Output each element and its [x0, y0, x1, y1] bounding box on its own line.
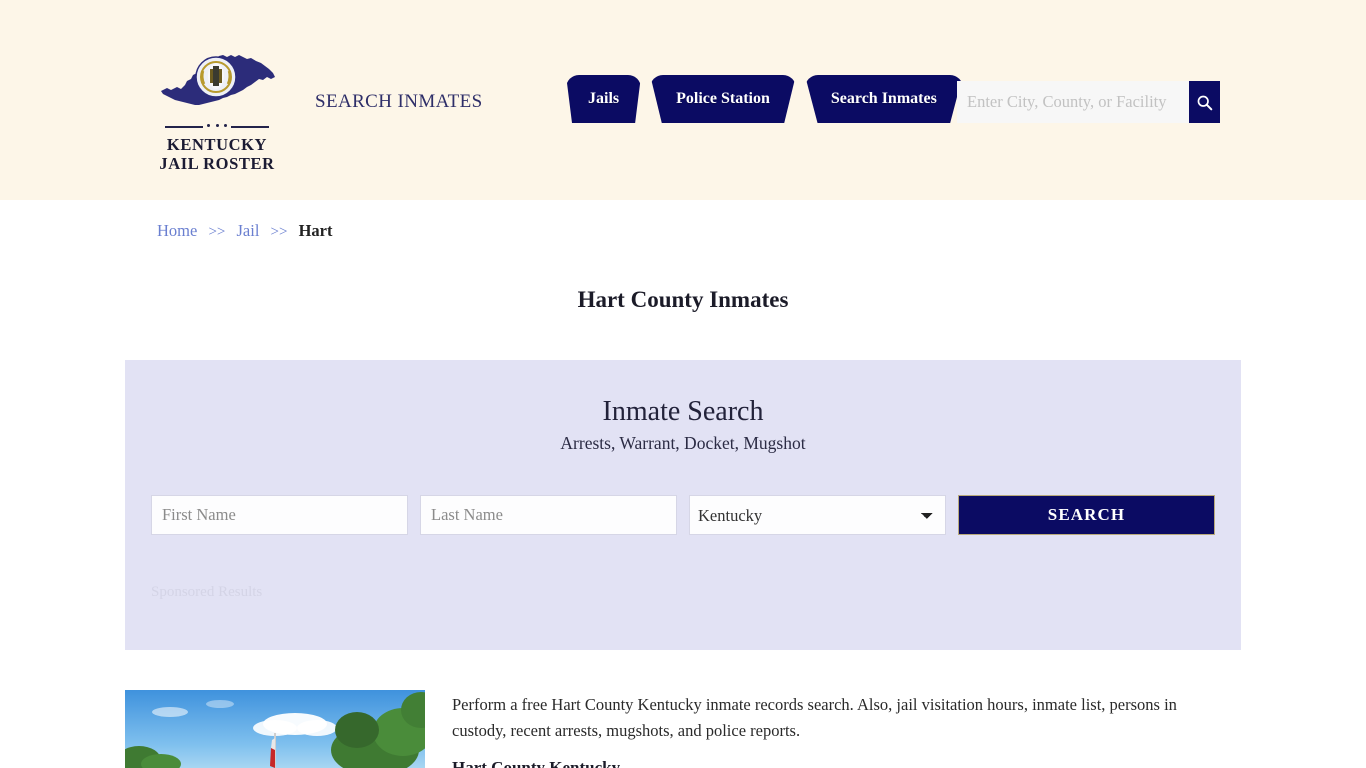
county-flagpole-photo-image: [125, 690, 425, 768]
header-search-button[interactable]: [1189, 81, 1220, 123]
site-header: KENTUCKY JAIL ROSTER SEARCH INMATES Jail…: [0, 0, 1366, 200]
breadcrumb-current: Hart: [298, 221, 333, 240]
content-paragraph: Perform a free Hart County Kentucky inma…: [452, 695, 1177, 740]
panel-subheading: Arrests, Warrant, Docket, Mugshot: [560, 433, 806, 453]
sponsored-results-label: Sponsored Results: [151, 584, 263, 600]
county-photo: [125, 690, 425, 768]
first-name-input[interactable]: [151, 495, 408, 535]
panel-heading: Inmate Search: [602, 396, 764, 427]
header-search: [957, 81, 1220, 123]
logo-text-line2: JAIL ROSTER: [159, 154, 275, 173]
inmate-search-form: Kentucky SEARCH: [151, 495, 1215, 535]
breadcrumb-jail[interactable]: Jail: [237, 221, 260, 240]
nav-search-inmates[interactable]: Search Inmates: [804, 75, 963, 123]
site-logo[interactable]: KENTUCKY JAIL ROSTER: [157, 47, 277, 173]
last-name-input[interactable]: [420, 495, 677, 535]
search-icon: [1197, 95, 1213, 110]
breadcrumb: Home >> Jail >> Hart: [157, 221, 333, 241]
state-select[interactable]: Kentucky: [689, 495, 946, 535]
main-navigation: Jails Police Station Search Inmates: [566, 75, 963, 123]
kentucky-state-map-icon: [157, 47, 277, 119]
inmate-search-panel: Inmate Search Arrests, Warrant, Docket, …: [125, 360, 1241, 650]
breadcrumb-separator: >>: [270, 224, 288, 240]
breadcrumb-home[interactable]: Home: [157, 221, 197, 240]
breadcrumb-separator: >>: [208, 224, 226, 240]
nav-police-station[interactable]: Police Station: [650, 75, 796, 123]
site-tagline: SEARCH INMATES: [315, 91, 483, 112]
header-search-input[interactable]: [957, 81, 1189, 123]
logo-text-line1: KENTUCKY: [166, 135, 268, 154]
nav-jails[interactable]: Jails: [566, 75, 642, 123]
page-title: Hart County Inmates: [577, 287, 789, 313]
search-submit-button[interactable]: SEARCH: [958, 495, 1215, 535]
logo-divider: [165, 122, 269, 131]
content-subheading: Hart County Kentucky: [452, 758, 621, 768]
